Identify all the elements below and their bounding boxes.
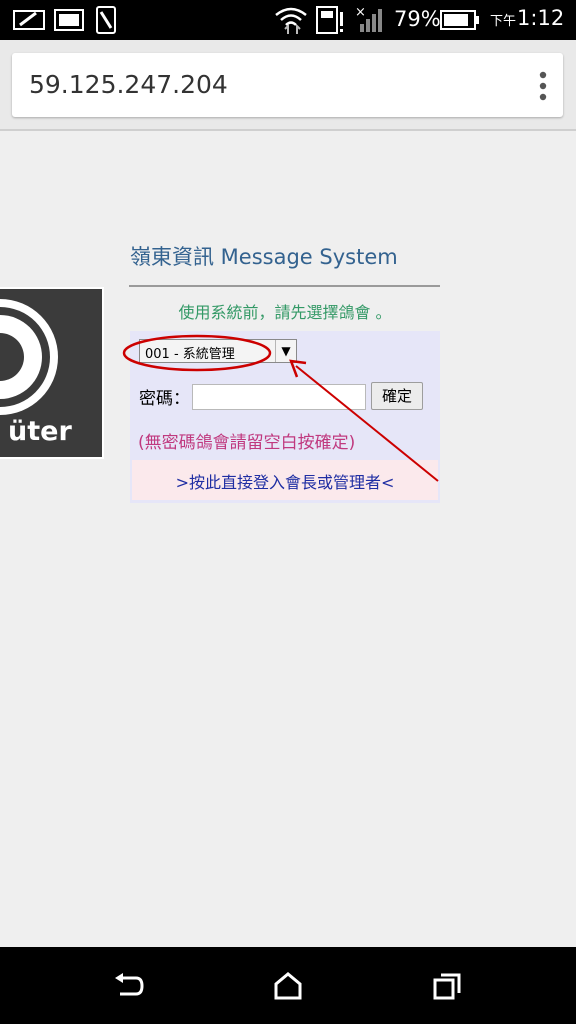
more-vert-icon[interactable] xyxy=(536,70,550,102)
battery-percent: 79% xyxy=(394,7,441,31)
message-icon xyxy=(13,10,45,30)
site-logo: üter xyxy=(0,287,104,459)
confirm-button[interactable]: 確定 xyxy=(371,382,423,410)
sim-icon xyxy=(96,6,116,34)
browser-toolbar: 59.125.247.204 xyxy=(0,40,576,130)
web-page: üter 嶺東資訊 Message System 使用系統前，請先選擇鴿會 。 … xyxy=(0,131,576,947)
recents-icon[interactable] xyxy=(432,972,464,1000)
url-text[interactable]: 59.125.247.204 xyxy=(29,70,228,99)
admin-login-link[interactable]: >按此直接登入會長或管理者< xyxy=(132,469,438,493)
page-title: 嶺東資訊 Message System xyxy=(130,245,398,269)
data-saver-icon xyxy=(316,6,343,34)
wifi-icon xyxy=(275,7,307,34)
clock-ampm: 下午 xyxy=(490,14,517,29)
admin-login-box[interactable]: >按此直接登入會長或管理者< xyxy=(132,460,438,500)
battery-icon xyxy=(440,10,479,30)
url-bar[interactable]: 59.125.247.204 xyxy=(12,53,563,117)
clock: 下午1:12 xyxy=(490,6,564,30)
password-label: 密碼： xyxy=(139,389,190,409)
instruction-text: 使用系統前，請先選擇鴿會 。 xyxy=(178,303,392,322)
chevron-down-icon[interactable]: ▼ xyxy=(275,340,296,362)
club-select-value: 001 - 系統管理 xyxy=(145,347,235,362)
password-input[interactable] xyxy=(192,384,366,410)
home-icon[interactable] xyxy=(272,972,304,1000)
logo-graphic: üter xyxy=(0,287,104,459)
svg-text:×: × xyxy=(355,5,366,20)
logo-text: üter xyxy=(8,416,72,447)
back-icon[interactable] xyxy=(112,972,144,1000)
password-hint: (無密碼鴿會請留空白按確定) xyxy=(138,433,356,453)
title-divider xyxy=(129,285,440,287)
status-bar: × 79% 下午1:12 xyxy=(0,0,576,40)
navigation-bar xyxy=(0,947,576,1024)
gallery-icon xyxy=(54,9,84,31)
signal-icon: × xyxy=(355,5,382,32)
club-select[interactable]: 001 - 系統管理 ▼ xyxy=(139,339,297,363)
clock-time: 1:12 xyxy=(517,6,565,30)
